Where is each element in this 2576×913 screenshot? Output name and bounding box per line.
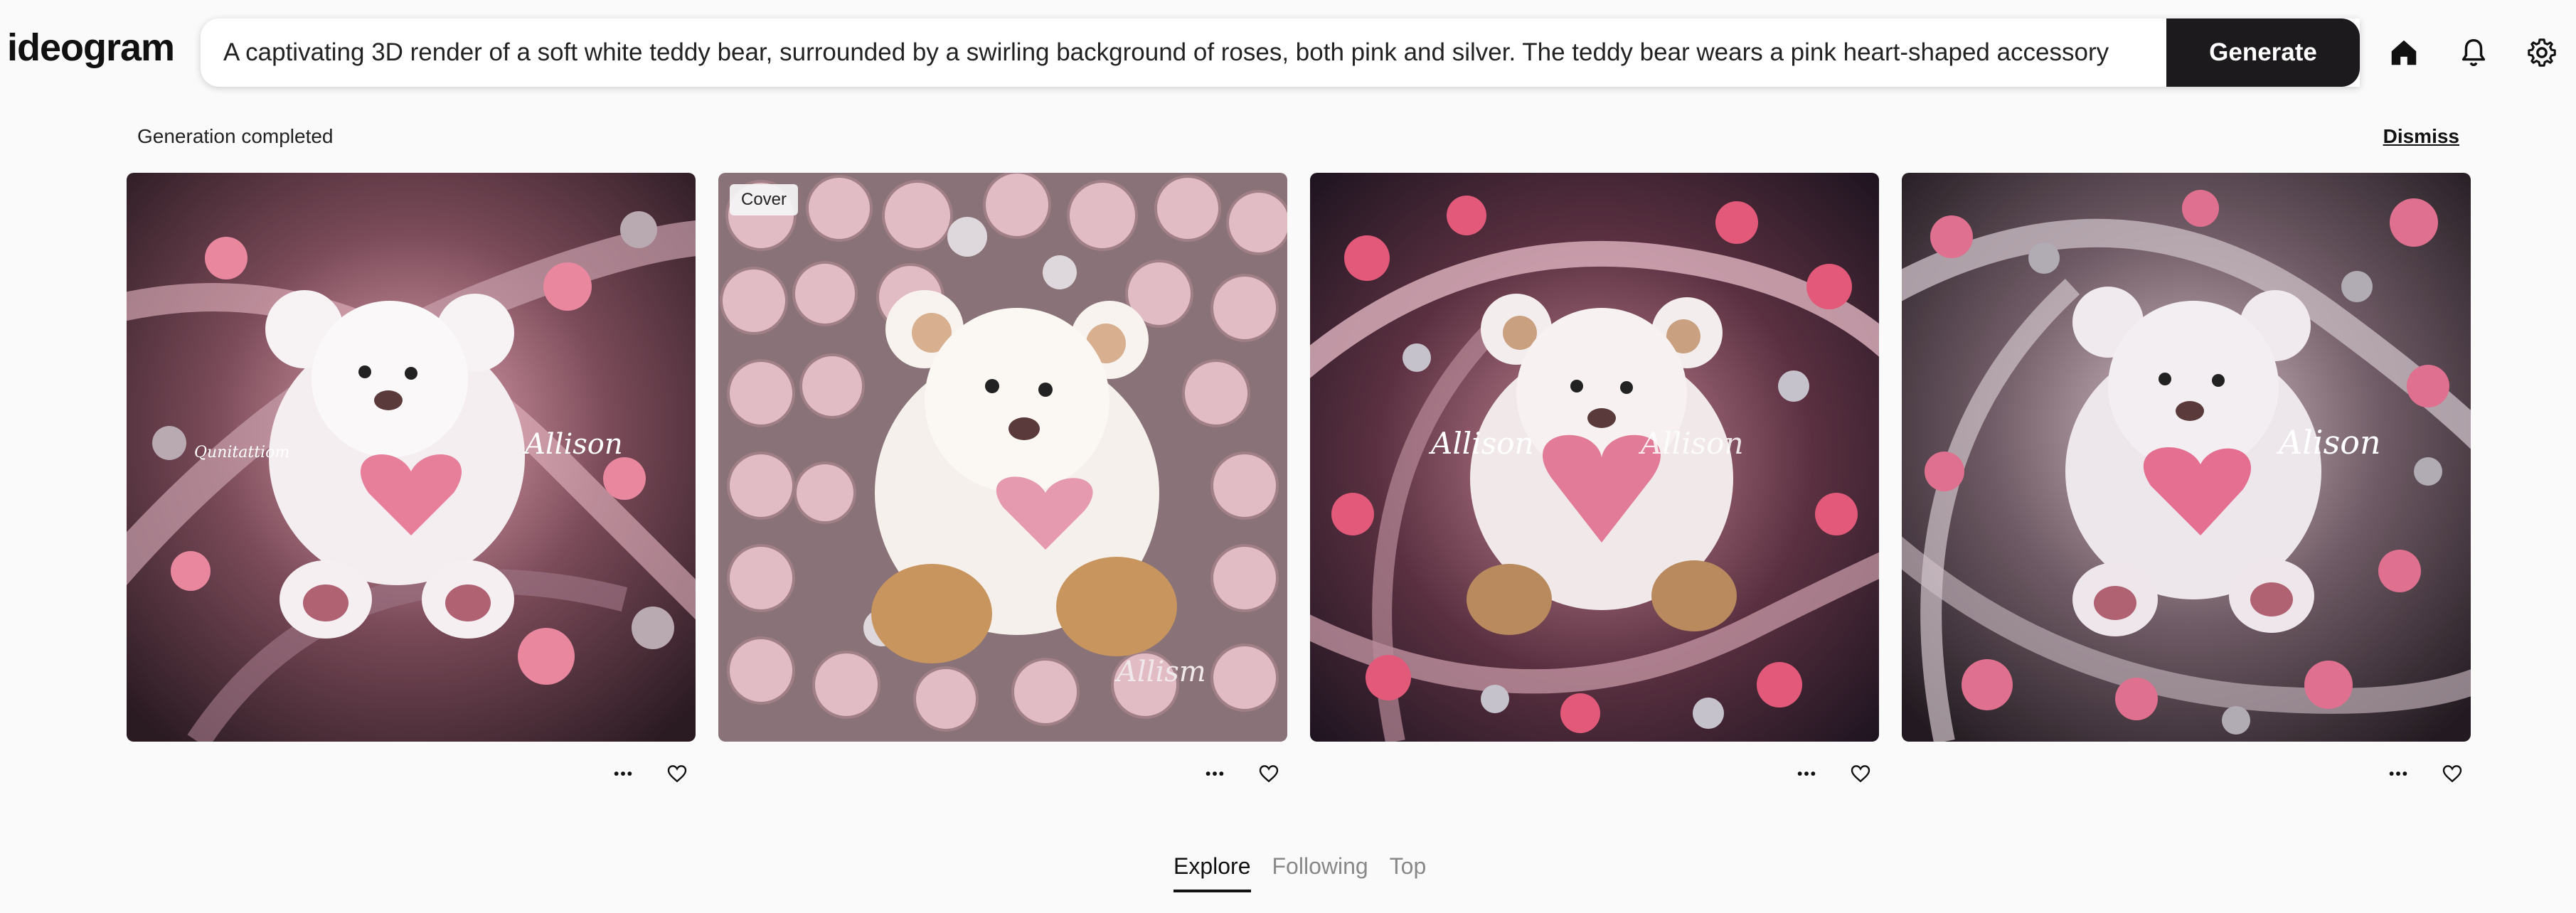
overlay-text: Alison bbox=[2276, 423, 2381, 461]
overlay-text: Allism bbox=[1114, 656, 1206, 688]
cover-badge: Cover bbox=[730, 184, 799, 215]
feed-tabs: Explore Following Top bbox=[1173, 853, 1426, 892]
teddy-bear-image: Alison bbox=[1902, 173, 2471, 742]
teddy-bear-image: Allison Allison bbox=[1310, 173, 1879, 742]
heart-icon[interactable] bbox=[2439, 761, 2465, 786]
teddy-bear-image: Allison Qunitattiom bbox=[127, 173, 696, 742]
tab-top[interactable]: Top bbox=[1390, 853, 1427, 892]
prompt-input[interactable] bbox=[201, 18, 2360, 87]
result-actions-4 bbox=[2385, 757, 2465, 791]
more-options-icon[interactable] bbox=[610, 761, 636, 786]
gear-icon[interactable] bbox=[2522, 33, 2562, 73]
overlay-text-small: Qunitattiom bbox=[194, 444, 289, 461]
result-image-3[interactable]: Allison Allison bbox=[1310, 173, 1879, 742]
result-actions-2 bbox=[1202, 757, 1282, 791]
more-options-icon[interactable] bbox=[2385, 761, 2411, 786]
heart-icon[interactable] bbox=[1848, 761, 1873, 786]
logo[interactable]: ideogram bbox=[7, 26, 175, 70]
result-actions-3 bbox=[1794, 757, 1873, 791]
overlay-text: Allison bbox=[1428, 426, 1534, 461]
tab-following[interactable]: Following bbox=[1272, 853, 1368, 892]
result-image-1[interactable]: Allison Qunitattiom bbox=[127, 173, 696, 742]
heart-icon[interactable] bbox=[664, 761, 690, 786]
prompt-box[interactable] bbox=[201, 18, 2360, 87]
overlay-text: Allison bbox=[522, 428, 623, 461]
generate-button[interactable]: Generate bbox=[2166, 18, 2360, 87]
generation-status: Generation completed bbox=[137, 125, 334, 147]
more-options-icon[interactable] bbox=[1794, 761, 1819, 786]
result-actions-1 bbox=[610, 757, 690, 791]
home-icon[interactable] bbox=[2384, 33, 2424, 73]
overlay-text-2: Allison bbox=[1638, 426, 1744, 461]
teddy-bear-image: Allism bbox=[718, 173, 1287, 742]
bell-icon[interactable] bbox=[2454, 33, 2493, 73]
dismiss-link[interactable]: Dismiss bbox=[2383, 125, 2459, 148]
more-options-icon[interactable] bbox=[1202, 761, 1228, 786]
heart-icon[interactable] bbox=[1256, 761, 1282, 786]
result-image-2[interactable]: Allism Cover bbox=[718, 173, 1287, 742]
tab-explore[interactable]: Explore bbox=[1173, 853, 1251, 892]
top-bar: ideogram Generate bbox=[0, 0, 2576, 107]
result-image-4[interactable]: Alison bbox=[1902, 173, 2471, 742]
